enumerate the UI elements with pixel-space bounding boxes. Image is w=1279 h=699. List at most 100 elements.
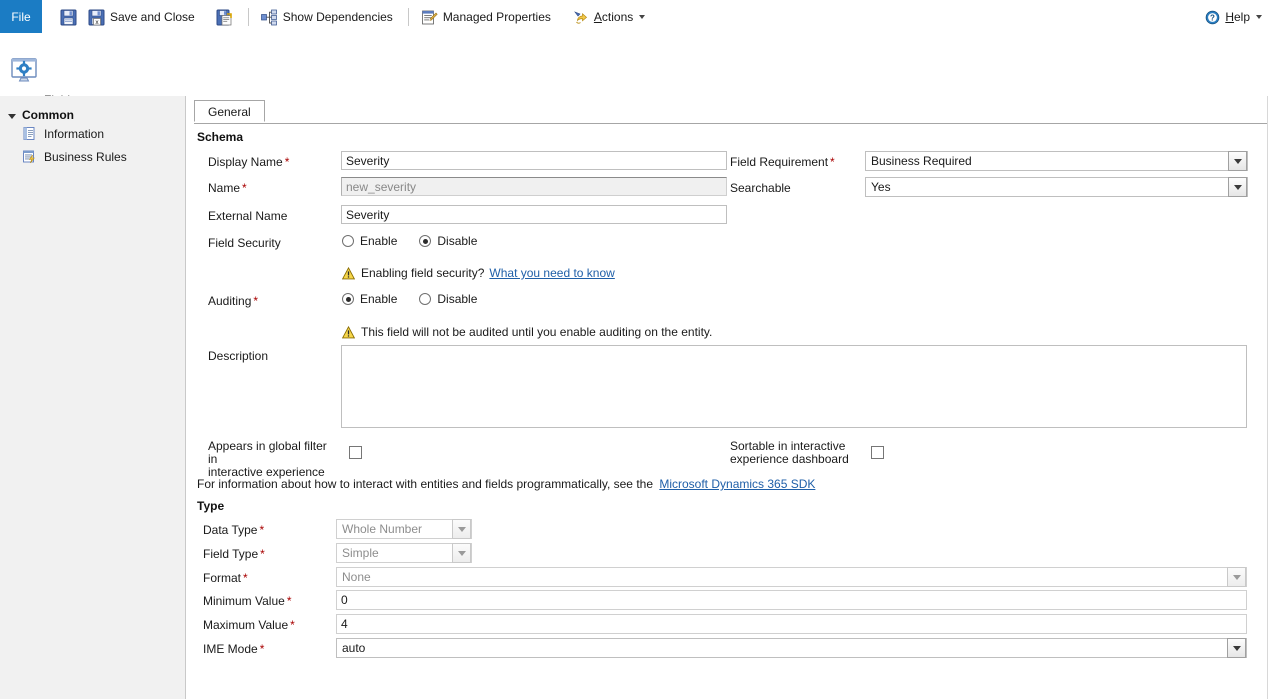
display-name-label: Display Name*	[208, 155, 289, 169]
auditing-enable-radio[interactable]: Enable	[342, 292, 397, 306]
file-tab-label: File	[11, 10, 30, 24]
ribbon-toolbar: File	[0, 0, 1279, 35]
chevron-down-icon[interactable]	[1228, 177, 1247, 197]
field-requirement-label-text: Field Requirement	[730, 155, 828, 169]
sdk-note-text: For information about how to interact wi…	[197, 477, 653, 491]
main-content: General Schema Display Name* Field Requi…	[186, 96, 1268, 699]
field-gear-icon	[10, 56, 38, 87]
svg-text:?: ?	[1210, 13, 1215, 22]
sortable-label-line1: Sortable in interactive	[730, 439, 845, 453]
field-security-radio-group: Enable Disable	[342, 234, 499, 248]
sidebar-group-label: Common	[22, 108, 74, 122]
field-security-enable-radio[interactable]: Enable	[342, 234, 397, 248]
external-name-label-text: External Name	[208, 209, 287, 223]
help-menu-button[interactable]: ? Help	[1201, 4, 1266, 30]
field-requirement-select[interactable]: Business Required	[865, 151, 1248, 171]
auditing-enable-label: Enable	[360, 292, 397, 306]
sdk-link[interactable]: Microsoft Dynamics 365 SDK	[659, 477, 815, 491]
save-and-new-icon	[216, 9, 233, 26]
save-icon	[60, 9, 77, 26]
sidebar-item-business-rules[interactable]: Business Rules	[0, 145, 185, 168]
sortable-label: Sortable in interactive experience dashb…	[730, 440, 860, 466]
ime-mode-value: auto	[337, 641, 1227, 655]
field-security-disable-radio[interactable]: Disable	[419, 234, 477, 248]
show-dependencies-label: Show Dependencies	[283, 10, 393, 24]
field-type-label-text: Field Type	[203, 547, 258, 561]
tab-general-label: General	[208, 105, 251, 119]
minimum-value-input[interactable]	[336, 590, 1247, 610]
field-type-label: Field Type*	[203, 547, 265, 561]
field-type-value: Simple	[337, 546, 452, 560]
maximum-value-input[interactable]	[336, 614, 1247, 634]
file-tab[interactable]: File	[0, 0, 42, 33]
description-label-text: Description	[208, 349, 268, 363]
name-label: Name*	[208, 181, 247, 195]
display-name-input[interactable]	[341, 151, 727, 170]
page-header: Field Severity of Ticket Working on solu…	[0, 34, 1279, 96]
chevron-down-icon	[1227, 567, 1246, 587]
required-asterisk: *	[253, 294, 258, 308]
sidebar-item-information[interactable]: Information	[0, 122, 185, 145]
sidebar-group-common[interactable]: Common	[0, 96, 185, 122]
radio-dot-icon	[342, 235, 354, 247]
required-asterisk: *	[260, 547, 265, 561]
global-filter-checkbox[interactable]	[349, 446, 362, 459]
chevron-down-icon[interactable]	[1227, 638, 1246, 658]
actions-label-rest: ctions	[602, 10, 633, 24]
field-security-label-text: Field Security	[208, 236, 281, 250]
sortable-label-line2: experience dashboard	[730, 452, 849, 466]
format-value: None	[337, 570, 1227, 584]
save-button[interactable]	[56, 4, 81, 30]
field-security-enable-label: Enable	[360, 234, 397, 248]
auditing-label: Auditing*	[208, 294, 258, 308]
required-asterisk: *	[290, 618, 295, 632]
managed-properties-label: Managed Properties	[443, 10, 551, 24]
sdk-note: For information about how to interact wi…	[197, 477, 815, 491]
ime-mode-select[interactable]: auto	[336, 638, 1247, 658]
required-asterisk: *	[243, 571, 248, 585]
save-and-close-label: Save and Close	[110, 10, 195, 24]
format-select: None	[336, 567, 1247, 587]
field-security-label: Field Security	[208, 236, 281, 250]
chevron-down-icon[interactable]	[1228, 151, 1247, 171]
description-textarea[interactable]	[341, 345, 1247, 428]
minimum-value-label-text: Minimum Value	[203, 594, 285, 608]
type-section-title: Type	[197, 499, 224, 513]
searchable-label: Searchable	[730, 181, 791, 195]
actions-menu-button[interactable]: Actions	[568, 4, 649, 30]
save-and-new-button[interactable]	[212, 4, 237, 30]
ribbon-separator-2	[408, 8, 409, 26]
maximum-value-label-text: Maximum Value	[203, 618, 288, 632]
required-asterisk: *	[830, 155, 835, 169]
managed-properties-icon	[421, 9, 438, 26]
ime-mode-label: IME Mode*	[203, 642, 264, 656]
schema-section-title: Schema	[197, 130, 243, 144]
managed-properties-button[interactable]: Managed Properties	[417, 4, 555, 30]
chevron-down-icon	[452, 519, 471, 539]
field-security-warning-link[interactable]: What you need to know	[489, 266, 614, 280]
chevron-down-icon	[639, 15, 645, 19]
sortable-checkbox[interactable]	[871, 446, 884, 459]
required-asterisk: *	[287, 594, 292, 608]
ribbon-separator-1	[248, 8, 249, 26]
name-label-text: Name	[208, 181, 240, 195]
field-requirement-label: Field Requirement*	[730, 155, 835, 169]
information-page-icon	[22, 126, 37, 141]
radio-dot-icon	[342, 293, 354, 305]
sidebar-item-information-label: Information	[44, 127, 104, 141]
auditing-disable-radio[interactable]: Disable	[419, 292, 477, 306]
save-and-close-button[interactable]: x Save and Close	[84, 4, 199, 30]
external-name-input[interactable]	[341, 205, 727, 224]
field-requirement-value: Business Required	[866, 154, 1228, 168]
show-dependencies-button[interactable]: Show Dependencies	[257, 4, 397, 30]
field-type-select: Simple	[336, 543, 472, 563]
chevron-down-icon	[452, 543, 471, 563]
required-asterisk: *	[260, 642, 265, 656]
business-rules-icon	[22, 149, 37, 164]
ime-mode-label-text: IME Mode	[203, 642, 258, 656]
tab-general[interactable]: General	[194, 100, 265, 122]
auditing-label-text: Auditing	[208, 294, 251, 308]
searchable-select[interactable]: Yes	[865, 177, 1248, 197]
radio-dot-icon	[419, 293, 431, 305]
minimum-value-label: Minimum Value*	[203, 594, 291, 608]
